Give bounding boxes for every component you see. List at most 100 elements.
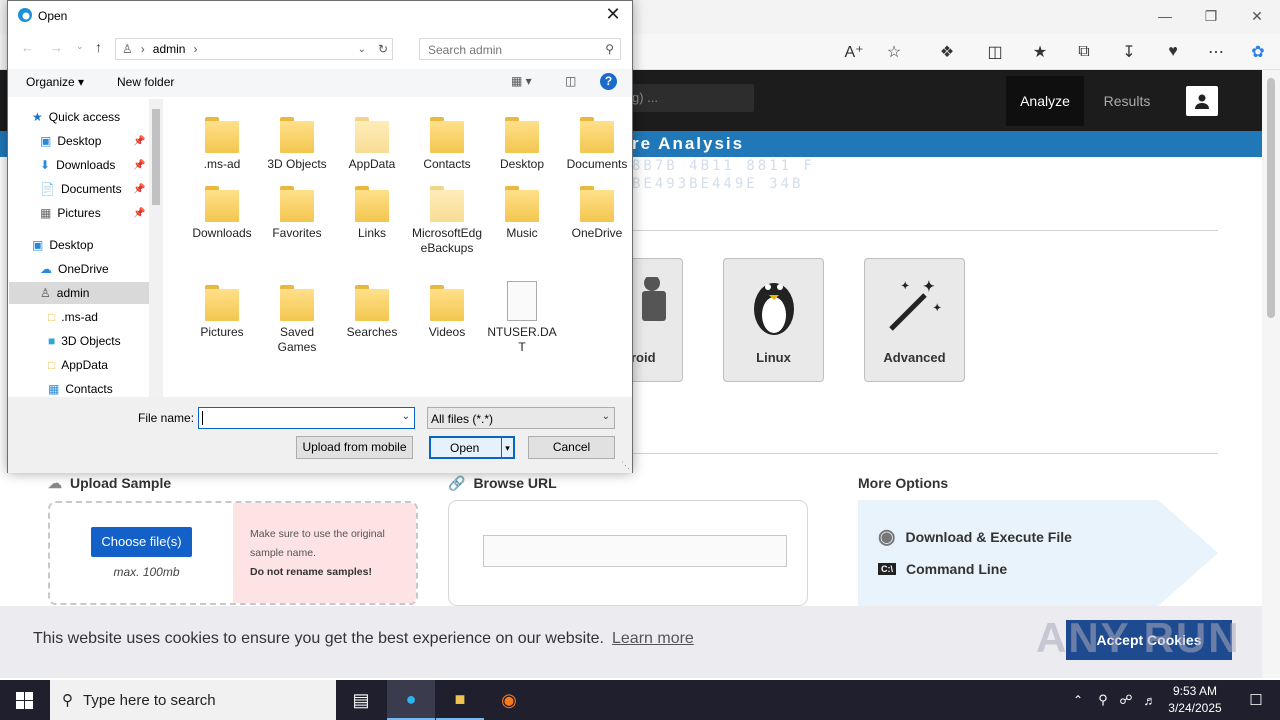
choose-files-button[interactable]: Choose file(s) bbox=[91, 527, 192, 557]
task-view-icon[interactable]: ▤ bbox=[337, 680, 385, 720]
nav-quick-access[interactable]: ★ Quick access bbox=[32, 106, 120, 128]
file-item[interactable]: 3D Objects bbox=[261, 107, 333, 172]
open-label: Open bbox=[450, 441, 480, 455]
nav-label: Documents bbox=[60, 182, 122, 196]
breadcrumb-admin[interactable]: admin bbox=[153, 42, 186, 56]
scroll-thumb[interactable] bbox=[152, 109, 160, 205]
network-icon[interactable]: ☍ bbox=[1114, 680, 1138, 720]
file-item[interactable]: .ms-ad bbox=[186, 107, 258, 172]
resize-grip-icon[interactable]: ⋱ bbox=[621, 460, 630, 471]
address-bar[interactable]: ♙ › admin › ⌄ ↻ bbox=[115, 38, 393, 60]
file-item[interactable]: Searches bbox=[336, 275, 408, 340]
scroll-thumb[interactable] bbox=[1267, 78, 1275, 318]
nav-analyze[interactable]: Analyze bbox=[1006, 76, 1084, 126]
nav-results[interactable]: Results bbox=[1096, 76, 1158, 126]
close-window-icon[interactable]: ✕ bbox=[1247, 8, 1267, 26]
cancel-button[interactable]: Cancel bbox=[528, 436, 615, 459]
upload-from-mobile-button[interactable]: Upload from mobile bbox=[296, 436, 413, 459]
minimize-icon[interactable]: — bbox=[1155, 8, 1175, 26]
favorite-star-icon[interactable]: ☆ bbox=[883, 41, 905, 63]
organize-button[interactable]: Organize ▾ bbox=[26, 75, 84, 89]
nav-documents[interactable]: 📄 Documents 📌 bbox=[40, 178, 160, 200]
file-item[interactable]: Links bbox=[336, 176, 408, 241]
split-dropdown-icon[interactable]: ▾ bbox=[501, 438, 513, 457]
desktop-icon: ▣ bbox=[40, 134, 52, 148]
new-folder-button[interactable]: New folder bbox=[117, 75, 174, 89]
os-card-label: Advanced bbox=[883, 350, 946, 365]
file-type-select[interactable]: All files (*.*) ⌄ bbox=[427, 407, 615, 429]
notifications-icon[interactable]: ☐ bbox=[1232, 680, 1280, 720]
extensions-icon[interactable]: ❖ bbox=[936, 41, 958, 63]
chevron-down-icon[interactable]: ⌄ bbox=[76, 41, 84, 52]
favorites-icon[interactable]: ★ bbox=[1029, 41, 1051, 63]
chevron-down-icon[interactable]: ⌄ bbox=[358, 44, 366, 55]
taskbar-search-input[interactable]: ⚲ Type here to search bbox=[50, 680, 336, 720]
file-item[interactable]: Contacts bbox=[411, 107, 483, 172]
open-button[interactable]: Open ▾ bbox=[429, 436, 515, 459]
nav-admin[interactable]: ♙ admin bbox=[9, 282, 149, 304]
windows-start-icon[interactable] bbox=[0, 680, 48, 720]
security-icon[interactable]: ⚲ bbox=[1091, 680, 1115, 720]
clock[interactable]: 9:53 AM 3/24/2025 bbox=[1160, 683, 1230, 717]
up-arrow-icon[interactable]: ↑ bbox=[95, 39, 102, 55]
file-item[interactable]: Saved Games bbox=[261, 275, 333, 355]
nav-contacts[interactable]: ▦ Contacts bbox=[48, 378, 113, 397]
chevron-down-icon[interactable]: ⌄ bbox=[402, 411, 410, 422]
nav-ms-ad[interactable]: □ .ms-ad bbox=[48, 306, 98, 328]
collections-icon[interactable]: ⧉ bbox=[1073, 41, 1095, 63]
preview-pane-icon[interactable]: ◫ bbox=[565, 74, 576, 88]
site-search-input[interactable]: g) ... bbox=[632, 84, 754, 112]
file-name-input[interactable]: ⌄ bbox=[198, 407, 415, 429]
file-item[interactable]: Documents bbox=[561, 107, 633, 172]
os-card-linux[interactable]: Linux bbox=[723, 258, 824, 382]
nav-appdata[interactable]: □ AppData bbox=[48, 354, 108, 376]
copilot-icon[interactable]: ✿ bbox=[1247, 41, 1269, 63]
back-arrow-icon[interactable]: ← bbox=[21, 40, 34, 55]
file-explorer-icon[interactable]: ■ bbox=[436, 680, 484, 720]
help-icon[interactable]: ? bbox=[600, 73, 617, 90]
split-screen-icon[interactable]: ◫ bbox=[984, 41, 1006, 63]
command-line-option[interactable]: C:\ Command Line bbox=[878, 561, 1007, 577]
file-item[interactable]: Videos bbox=[411, 275, 483, 340]
file-item[interactable]: Pictures bbox=[186, 275, 258, 340]
nav-onedrive[interactable]: ☁ OneDrive bbox=[40, 258, 109, 280]
restore-icon[interactable]: ❐ bbox=[1201, 8, 1221, 26]
file-item[interactable]: Favorites bbox=[261, 176, 333, 241]
close-icon[interactable]: ✕ bbox=[600, 4, 626, 28]
file-item[interactable]: OneDrive bbox=[561, 176, 633, 241]
file-item[interactable]: Music bbox=[486, 176, 558, 241]
dialog-search-input[interactable]: Search admin ⚲ bbox=[419, 38, 621, 60]
upload-dropzone[interactable]: Choose file(s) max. 100mb Make sure to u… bbox=[48, 501, 418, 605]
nav-desktop-root[interactable]: ▣ Desktop bbox=[32, 234, 93, 256]
nav-pictures[interactable]: ▦ Pictures 📌 bbox=[40, 202, 160, 224]
folder-icon bbox=[205, 117, 239, 153]
downloads-icon[interactable]: ↧ bbox=[1118, 41, 1140, 63]
file-name: 3D Objects bbox=[267, 157, 327, 171]
file-item[interactable]: MicrosoftEdgeBackups bbox=[411, 176, 483, 256]
nav-3d-objects[interactable]: ■ 3D Objects bbox=[48, 330, 121, 352]
user-icon[interactable] bbox=[1186, 86, 1218, 116]
edge-taskbar-icon[interactable]: ● bbox=[387, 680, 435, 720]
read-aloud-icon[interactable]: A⁺ bbox=[843, 41, 865, 63]
firefox-icon[interactable]: ◉ bbox=[485, 680, 533, 720]
learn-more-link[interactable]: Learn more bbox=[612, 630, 694, 647]
os-card-advanced[interactable]: ✦ ✦ ✦ Advanced bbox=[864, 258, 965, 382]
forward-arrow-icon[interactable]: → bbox=[50, 40, 63, 55]
more-icon[interactable]: ⋯ bbox=[1205, 41, 1227, 63]
tray-chevron-up-icon[interactable]: ⌃ bbox=[1066, 680, 1090, 720]
volume-icon[interactable]: ♬ bbox=[1138, 680, 1162, 720]
url-input[interactable] bbox=[483, 535, 787, 567]
nav-downloads[interactable]: ⬇ Downloads 📌 bbox=[40, 154, 160, 176]
file-item[interactable]: Desktop bbox=[486, 107, 558, 172]
chevron-down-icon[interactable]: ⌄ bbox=[602, 411, 610, 422]
performance-icon[interactable]: ♥ bbox=[1162, 41, 1184, 63]
file-item[interactable]: NTUSER.DAT bbox=[486, 275, 558, 355]
nav-desktop[interactable]: ▣ Desktop 📌 bbox=[40, 130, 160, 152]
refresh-icon[interactable]: ↻ bbox=[378, 42, 388, 56]
view-options-icon[interactable]: ▦ ▾ bbox=[511, 74, 532, 88]
page-scrollbar[interactable] bbox=[1262, 70, 1280, 678]
nav-scrollbar[interactable] bbox=[149, 99, 163, 397]
file-item[interactable]: AppData bbox=[336, 107, 408, 172]
file-item[interactable]: Downloads bbox=[186, 176, 258, 241]
download-execute-option[interactable]: ◉ Download & Execute File bbox=[878, 524, 1072, 549]
